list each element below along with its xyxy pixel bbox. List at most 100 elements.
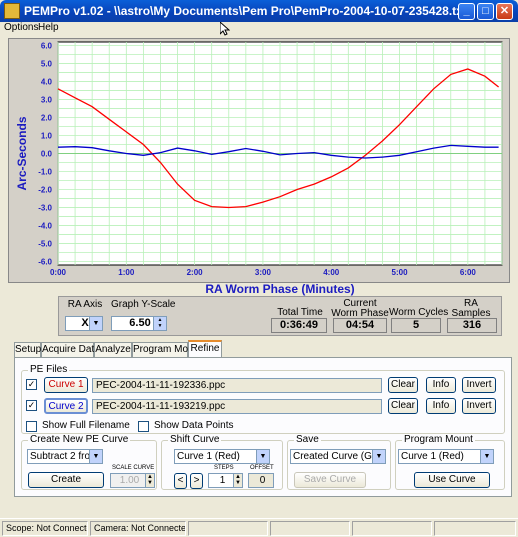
ra-axis-select[interactable]: X ▼ bbox=[65, 316, 103, 331]
tab-analyze[interactable]: Analyze bbox=[94, 342, 132, 358]
tab-refine[interactable]: Refine bbox=[188, 340, 222, 358]
steps-input[interactable]: 1 bbox=[208, 473, 234, 488]
shift-left-button[interactable]: < bbox=[174, 473, 187, 489]
steps-spinner-icon[interactable]: ▲ ▼ bbox=[233, 473, 243, 488]
menu-bar: Options Help bbox=[0, 22, 518, 36]
close-button[interactable]: ✕ bbox=[496, 3, 513, 20]
curve-2-file: PEC-2004-11-11-193219.ppc bbox=[92, 399, 382, 414]
info-panel: RA Axis X ▼ Graph Y-Scale 6.50 ▲ ▼ Total … bbox=[58, 296, 502, 336]
shift-curve-select[interactable]: Curve 1 (Red) ▼ bbox=[174, 449, 270, 464]
y-tick-label: -4.0 bbox=[38, 221, 52, 230]
y-tick-label: 3.0 bbox=[41, 96, 53, 105]
curve-2-info-button[interactable]: Info bbox=[426, 398, 456, 414]
show-full-filename-label: Show Full Filename bbox=[42, 420, 130, 431]
save-select[interactable]: Created Curve (Geen) ▼ bbox=[290, 449, 386, 464]
y-axis-title: Arc-Seconds bbox=[15, 116, 29, 190]
shift-right-button[interactable]: > bbox=[190, 473, 203, 489]
curve-2-clear-button[interactable]: Clear bbox=[388, 398, 418, 414]
x-tick-label: 5:00 bbox=[392, 268, 409, 277]
pe-files-group: PE Files ✓ Curve 1 PEC-2004-11-11-192336… bbox=[21, 364, 505, 434]
curve-1-info-button[interactable]: Info bbox=[426, 377, 456, 393]
create-curve-select[interactable]: Subtract 2 from 1 ▼ bbox=[27, 449, 103, 464]
graph-scale-stepper[interactable]: 6.50 ▲ ▼ bbox=[111, 316, 167, 331]
curve-1-checkbox[interactable]: ✓ bbox=[26, 379, 37, 390]
ra-samples-label: RA Samples bbox=[451, 298, 491, 319]
show-full-filename-checkbox[interactable] bbox=[26, 421, 37, 432]
tab-acquire-data[interactable]: Acquire Data bbox=[41, 342, 100, 358]
tab-program-mount[interactable]: Program Mount bbox=[132, 342, 202, 358]
use-curve-button[interactable]: Use Curve bbox=[414, 472, 490, 488]
worm-phase-label: Current Worm Phase bbox=[331, 298, 389, 319]
tab-setup[interactable]: Setup bbox=[14, 342, 41, 358]
curve-1-invert-button[interactable]: Invert bbox=[462, 377, 496, 393]
scale-curve-input[interactable]: 1.00 bbox=[110, 473, 146, 488]
menu-help[interactable]: Help bbox=[38, 22, 59, 33]
refine-panel: PE Files ✓ Curve 1 PEC-2004-11-11-192336… bbox=[14, 357, 512, 497]
y-tick-label: 6.0 bbox=[41, 42, 53, 51]
camera-status: Camera: Not Connected bbox=[90, 521, 186, 536]
chevron-down-icon: ▼ bbox=[372, 450, 385, 463]
save-curve-button[interactable]: Save Curve bbox=[294, 472, 366, 488]
y-tick-label: -5.0 bbox=[38, 239, 52, 248]
x-tick-label: 4:00 bbox=[323, 268, 340, 277]
worm-phase-value: 04:54 bbox=[333, 318, 387, 333]
x-tick-label: 2:00 bbox=[187, 268, 204, 277]
pe-files-title: PE Files bbox=[28, 364, 70, 375]
graph-scale-label: Graph Y-Scale bbox=[111, 299, 176, 310]
minimize-button[interactable]: _ bbox=[458, 3, 475, 20]
total-time-value: 0:36:49 bbox=[271, 318, 327, 333]
curve-2-invert-button[interactable]: Invert bbox=[462, 398, 496, 414]
chevron-down-icon: ▼ bbox=[89, 450, 102, 463]
scale-curve-spinner-icon[interactable]: ▲ ▼ bbox=[145, 473, 155, 488]
program-mount-select[interactable]: Curve 1 (Red) ▼ bbox=[398, 449, 494, 464]
curve-1-button[interactable]: Curve 1 bbox=[44, 377, 88, 393]
status-pane-3 bbox=[188, 521, 268, 536]
program-mount-group: Program Mount Curve 1 (Red) ▼ Use Curve bbox=[395, 434, 505, 490]
curve-2-checkbox[interactable]: ✓ bbox=[26, 400, 37, 411]
y-tick-label: -2.0 bbox=[38, 185, 52, 194]
title-bar: PEMPro v1.02 - \\astro\My Documents\Pem … bbox=[0, 0, 518, 22]
x-tick-label: 3:00 bbox=[255, 268, 272, 277]
y-tick-label: -1.0 bbox=[38, 167, 52, 176]
create-curve-group: Create New PE Curve Subtract 2 from 1 ▼ … bbox=[21, 434, 157, 490]
y-tick-label: -3.0 bbox=[38, 203, 52, 212]
pe-chart: 6.0 5.0 4.0 3.0 2.0 1.0 0.0 -1.0 -2.0 -3.0 -4.0 -5.… bbox=[15, 41, 503, 296]
maximize-button[interactable]: □ bbox=[477, 3, 494, 20]
status-pane-4 bbox=[270, 521, 350, 536]
shift-curve-title: Shift Curve bbox=[168, 434, 222, 445]
y-tick-label: -6.0 bbox=[38, 257, 52, 266]
shift-curve-group: Shift Curve Curve 1 (Red) ▼ STEPS OFFSET… bbox=[161, 434, 283, 490]
scale-curve-label: SCALE CURVE bbox=[112, 465, 155, 471]
worm-cycles-value: 5 bbox=[391, 318, 441, 333]
y-tick-label: 2.0 bbox=[41, 114, 53, 123]
offset-value: 0 bbox=[248, 473, 274, 488]
program-mount-title: Program Mount bbox=[402, 434, 475, 445]
show-data-points-checkbox[interactable] bbox=[138, 421, 149, 432]
scope-status: Scope: Not Connected bbox=[2, 521, 88, 536]
chevron-down-icon: ▼ bbox=[89, 317, 102, 330]
save-title: Save bbox=[294, 434, 321, 445]
status-pane-6 bbox=[434, 521, 516, 536]
curve-2-button[interactable]: Curve 2 bbox=[44, 398, 88, 414]
total-time-label: Total Time bbox=[277, 307, 323, 318]
ra-samples-value: 316 bbox=[447, 318, 497, 333]
create-button[interactable]: Create bbox=[28, 472, 104, 488]
chevron-down-icon: ▼ bbox=[256, 450, 269, 463]
x-axis-title: RA Worm Phase (Minutes) bbox=[205, 282, 354, 296]
curve-1-clear-button[interactable]: Clear bbox=[388, 377, 418, 393]
window-title: PEMPro v1.02 - \\astro\My Documents\Pem … bbox=[24, 4, 467, 18]
ra-axis-label: RA Axis bbox=[67, 299, 103, 310]
curve-1-file: PEC-2004-11-11-192336.ppc bbox=[92, 378, 382, 393]
show-data-points-label: Show Data Points bbox=[154, 420, 234, 431]
spinner-arrows-icon[interactable]: ▲ ▼ bbox=[153, 317, 166, 330]
x-tick-label: 0:00 bbox=[50, 268, 67, 277]
steps-label: STEPS bbox=[214, 465, 234, 471]
offset-label: OFFSET bbox=[250, 465, 274, 471]
y-tick-label: 4.0 bbox=[41, 78, 53, 87]
app-icon bbox=[4, 3, 20, 19]
status-bar: Scope: Not Connected Camera: Not Connect… bbox=[0, 518, 518, 537]
mouse-cursor-icon bbox=[219, 20, 231, 36]
y-tick-label: 0.0 bbox=[41, 150, 53, 159]
x-tick-label: 1:00 bbox=[118, 268, 135, 277]
menu-options[interactable]: Options bbox=[4, 22, 38, 33]
